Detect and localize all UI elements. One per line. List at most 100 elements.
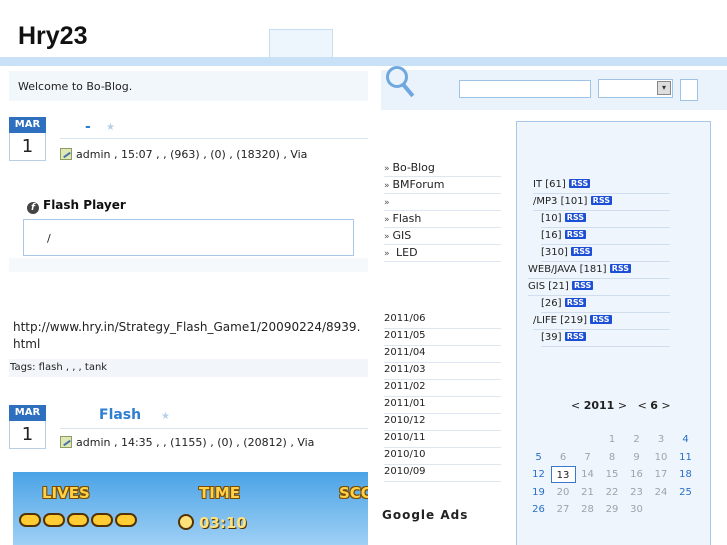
site-title[interactable]: Hry23 — [18, 22, 88, 51]
rss-icon[interactable]: RSS — [564, 298, 587, 307]
sidebar-link[interactable]: » LED — [384, 244, 501, 262]
chevron-right-icon: » — [384, 232, 390, 242]
calendar-prev-month[interactable]: < — [638, 399, 651, 412]
rss-icon[interactable]: RSS — [564, 230, 587, 239]
calendar-day[interactable]: 28 — [575, 501, 600, 518]
calendar-day[interactable]: 2 — [624, 431, 649, 448]
nav-tab[interactable] — [269, 29, 333, 58]
post-date-month: MAR — [9, 117, 46, 133]
calendar-prev-year[interactable]: < — [571, 399, 584, 412]
category-item[interactable]: /MP3 [101] RSS — [533, 193, 670, 211]
archive-link[interactable]: 2011/06 — [384, 311, 501, 329]
calendar-day[interactable]: 25 — [673, 484, 698, 501]
archive-link[interactable]: 2011/05 — [384, 328, 501, 346]
game-banner-image[interactable]: LIVES TIME SCO 03:10 — [13, 472, 368, 545]
sidebar-link[interactable]: » — [384, 193, 501, 211]
category-item[interactable]: WEB/JAVA [181] RSS — [528, 261, 670, 279]
category-item[interactable]: [26] RSS — [541, 295, 670, 313]
archive-link[interactable]: 2011/01 — [384, 396, 501, 414]
archive-link[interactable]: 2011/03 — [384, 362, 501, 380]
calendar-day[interactable]: 27 — [551, 501, 576, 518]
calendar-day[interactable]: 29 — [600, 501, 625, 518]
category-label: [26] — [541, 298, 562, 309]
star-icon[interactable]: ★ — [161, 411, 170, 422]
calendar-day[interactable]: 17 — [649, 466, 674, 483]
sidebar-link[interactable]: » BMForum — [384, 176, 501, 194]
calendar-day[interactable]: 3 — [649, 431, 674, 448]
calendar-day[interactable]: 23 — [624, 484, 649, 501]
archive-link[interactable]: 2010/09 — [384, 464, 501, 482]
flash-icon: f — [27, 202, 39, 214]
calendar-day[interactable]: 12 — [526, 466, 551, 483]
calendar-day[interactable]: 1 — [600, 431, 625, 448]
sidebar-link[interactable]: » GIS — [384, 227, 501, 245]
rss-icon[interactable]: RSS — [590, 196, 612, 205]
category-item[interactable]: [310] RSS — [541, 244, 670, 262]
calendar-day[interactable]: 15 — [600, 466, 625, 483]
archive-link[interactable]: 2011/02 — [384, 379, 501, 397]
category-item[interactable]: IT [61] RSS — [533, 176, 670, 194]
rss-icon[interactable]: RSS — [568, 179, 591, 188]
rss-icon[interactable]: RSS — [609, 264, 632, 273]
search-button[interactable] — [680, 79, 698, 101]
archive-link[interactable]: 2010/12 — [384, 413, 501, 431]
category-label: /LIFE [219] — [533, 315, 588, 326]
calendar-day[interactable]: 6 — [551, 449, 576, 466]
calendar-day[interactable]: 10 — [649, 449, 674, 466]
calendar-day[interactable]: 4 — [673, 431, 698, 448]
calendar-day[interactable]: 8 — [600, 449, 625, 466]
calendar-month: 6 — [650, 399, 658, 412]
calendar-day[interactable]: 24 — [649, 484, 674, 501]
calendar-day[interactable]: 16 — [624, 466, 649, 483]
archive-link[interactable]: 2010/10 — [384, 447, 501, 465]
calendar-day[interactable]: 14 — [575, 466, 600, 483]
category-item[interactable]: [16] RSS — [541, 227, 670, 245]
calendar-day[interactable]: 22 — [600, 484, 625, 501]
category-item[interactable]: [10] RSS — [541, 210, 670, 228]
search-input[interactable] — [459, 80, 591, 98]
category-item[interactable]: [39] RSS — [541, 329, 670, 347]
sidebar-link[interactable]: » Bo-Blog — [384, 159, 501, 177]
rss-icon[interactable]: RSS — [564, 332, 587, 341]
calendar-next-year[interactable]: > — [614, 399, 627, 412]
game-time-label: TIME — [199, 484, 240, 502]
rss-icon[interactable]: RSS — [571, 281, 594, 290]
category-label: IT [61] — [533, 179, 566, 190]
title-divider — [60, 428, 368, 429]
flash-player-shade — [9, 258, 368, 272]
calendar-day[interactable]: 13 — [550, 466, 576, 483]
post-url[interactable]: http://www.hry.in/Strategy_Flash_Game1/2… — [13, 319, 367, 353]
archive-link[interactable]: 2011/04 — [384, 345, 501, 363]
calendar-day[interactable]: 26 — [526, 501, 551, 518]
post-title[interactable]: Flash — [99, 407, 141, 423]
calendar-day[interactable]: 11 — [673, 449, 698, 466]
category-item[interactable]: /LIFE [219] RSS — [533, 312, 670, 330]
calendar-day[interactable]: 20 — [551, 484, 576, 501]
calendar-header: < 2011 > < 6 > — [571, 399, 671, 412]
calendar-day[interactable]: 5 — [526, 449, 551, 466]
calendar-day[interactable]: 7 — [575, 449, 600, 466]
life-icon — [19, 513, 41, 527]
rss-icon[interactable]: RSS — [571, 247, 593, 256]
calendar-day[interactable]: 18 — [673, 466, 698, 483]
rss-icon[interactable]: RSS — [564, 213, 587, 222]
calendar-day[interactable]: 9 — [624, 449, 649, 466]
category-item[interactable]: GIS [21] RSS — [528, 278, 670, 296]
calendar-day[interactable]: 21 — [575, 484, 600, 501]
post-date-month: MAR — [9, 405, 46, 421]
category-label: GIS [21] — [528, 281, 569, 292]
sidebar-link-label: Bo-Blog — [392, 161, 435, 174]
title-divider — [60, 138, 368, 139]
rss-icon[interactable]: RSS — [590, 315, 612, 324]
sidebar-link[interactable]: » Flash — [384, 210, 501, 228]
post-title[interactable]: - — [85, 119, 91, 135]
archive-link[interactable]: 2010/11 — [384, 430, 501, 448]
chevron-down-icon[interactable]: ▾ — [657, 81, 671, 95]
post-tags[interactable]: Tags: flash , , , tank — [10, 362, 107, 373]
star-icon[interactable]: ★ — [106, 122, 115, 133]
calendar-day[interactable]: 19 — [526, 484, 551, 501]
life-icon — [115, 513, 137, 527]
calendar-day[interactable]: 30 — [624, 501, 649, 518]
calendar-next-month[interactable]: > — [658, 399, 670, 412]
flash-player-box — [23, 219, 354, 256]
